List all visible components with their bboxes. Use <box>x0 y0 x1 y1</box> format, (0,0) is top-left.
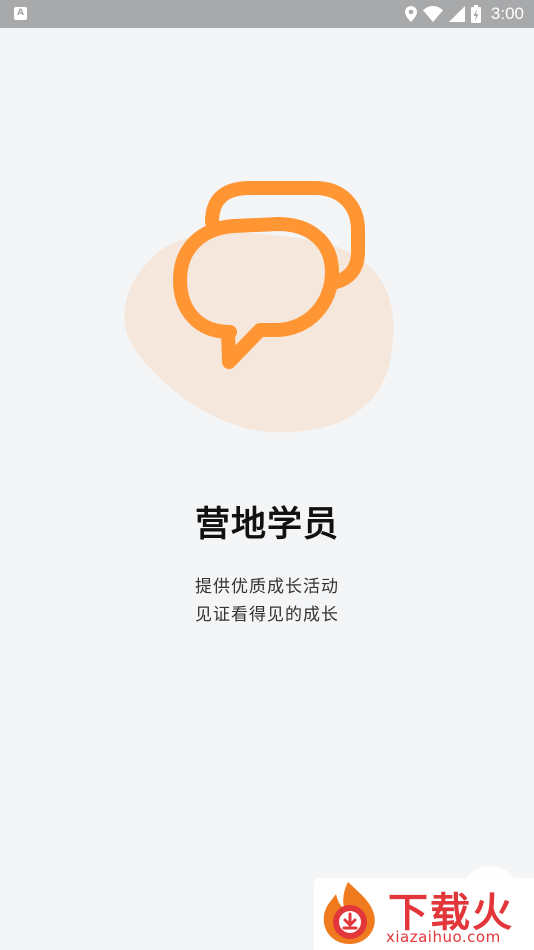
watermark-url: xiazaihuo.com <box>386 928 501 946</box>
signal-icon <box>448 6 465 22</box>
wifi-icon <box>422 6 443 22</box>
flame-logo-icon <box>323 882 375 944</box>
watermark: 下载火 xiazaihuo.com <box>314 878 534 950</box>
status-icons: 3:00 <box>404 0 524 28</box>
status-bar: A 3:00 <box>0 0 534 28</box>
page-title: 营地学员 <box>194 505 339 545</box>
notification-icon: A <box>14 7 27 20</box>
status-time: 3:00 <box>490 4 524 23</box>
location-icon <box>404 6 417 22</box>
chat-bubbles-icon <box>124 181 394 433</box>
battery-icon <box>470 5 481 23</box>
subtitle-line-2: 见证看得见的成长 <box>195 605 339 625</box>
subtitle-line-1: 提供优质成长活动 <box>195 577 339 597</box>
